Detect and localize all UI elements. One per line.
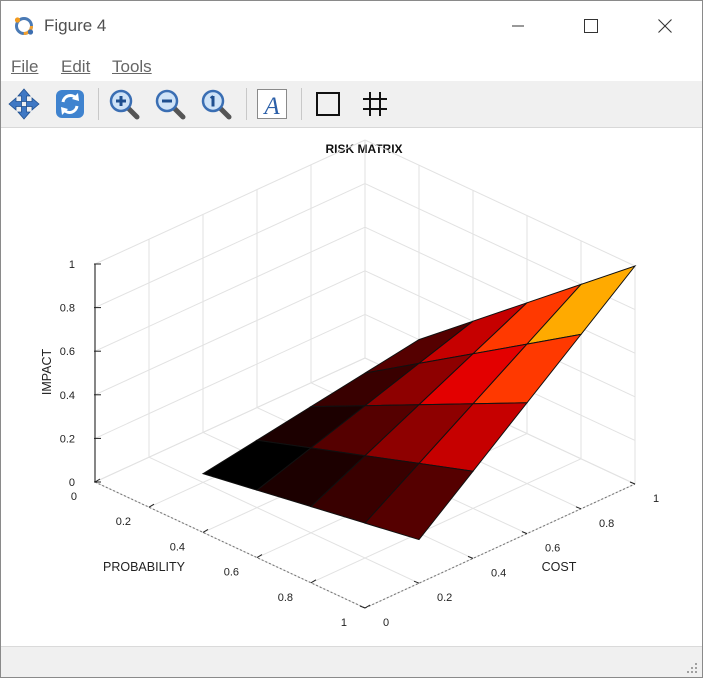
y-tick-label: 0.8: [599, 518, 614, 530]
maximize-button[interactable]: [571, 12, 611, 40]
z-tick-label: 0.2: [60, 433, 75, 445]
y-tick-label: 0.4: [491, 567, 506, 579]
rotate-icon: [56, 90, 84, 118]
rotate-button[interactable]: [53, 87, 87, 121]
y-tick-label: 1: [653, 493, 659, 505]
menu-bar: File Edit Tools: [1, 54, 702, 80]
title-bar: Figure 4: [1, 1, 702, 51]
menu-file[interactable]: File: [11, 57, 38, 77]
text-icon: A: [257, 89, 287, 120]
insert-text-button[interactable]: A: [255, 87, 289, 121]
text-glyph: A: [262, 93, 280, 120]
figure-toolbar: A: [1, 81, 702, 128]
toggle-axes-box-button[interactable]: [311, 87, 345, 121]
x-tick-label: 0.2: [116, 516, 131, 528]
pan-icon: [8, 88, 40, 120]
z-tick-label: 1: [69, 259, 75, 271]
z-tick-label: 0.8: [60, 303, 75, 315]
x-tick-label: 0.4: [170, 541, 185, 553]
figure-window: Figure 4 File Edit Tools A RISK MATRIX 0…: [0, 0, 703, 678]
minimize-button[interactable]: [498, 12, 538, 40]
y-tick-label: 0.6: [545, 543, 560, 555]
toolbar-separator: [301, 88, 302, 120]
z-tick-label: 0.6: [60, 346, 75, 358]
x-tick-label: 0.8: [278, 592, 293, 604]
close-icon: [658, 19, 672, 33]
toolbar-separator: [246, 88, 247, 120]
x-tick-label: 0.6: [224, 567, 239, 579]
menu-edit[interactable]: Edit: [61, 57, 90, 77]
x-tick-label: 0: [71, 491, 77, 503]
pan-button[interactable]: [7, 87, 41, 121]
z-tick-label: 0.4: [60, 390, 75, 402]
y-axis-label: COST: [542, 560, 577, 574]
axes-box-icon: [316, 92, 340, 116]
zoom-reset-button[interactable]: [199, 87, 233, 121]
x-tick-label: 1: [341, 617, 347, 629]
figure-canvas[interactable]: RISK MATRIX 0 0.2 0.4 0.6 0.8 1 0 0.2 0.4 0.6 0.8 1…: [1, 128, 702, 646]
zoom-in-button[interactable]: [107, 87, 141, 121]
zoom-out-button[interactable]: [153, 87, 187, 121]
y-tick-label: 0.2: [437, 592, 452, 604]
zoom-reset-icon: [201, 89, 232, 120]
y-tick-label: 0: [383, 617, 389, 629]
toggle-grid-button[interactable]: [358, 87, 392, 121]
toolbar-separator: [98, 88, 99, 120]
minimize-icon: [512, 25, 524, 27]
x-axis-label: PROBABILITY: [103, 560, 186, 574]
maximize-icon: [584, 19, 598, 33]
chart-title: RISK MATRIX: [325, 142, 402, 156]
grid-icon: [363, 92, 387, 116]
zoom-in-icon: [109, 89, 140, 120]
z-tick-label: 0: [69, 477, 75, 489]
surface-plot[interactable]: RISK MATRIX 0 0.2 0.4 0.6 0.8 1 0 0.2 0.4 0.6 0.8 1…: [1, 128, 702, 646]
zoom-out-icon: [155, 89, 186, 120]
z-axis-label: IMPACT: [40, 348, 54, 395]
menu-tools[interactable]: Tools: [112, 57, 152, 77]
window-title: Figure 4: [44, 16, 107, 35]
status-bar: [1, 646, 702, 677]
resize-grip-icon[interactable]: [686, 662, 698, 674]
octave-app-icon: [13, 15, 35, 37]
close-button[interactable]: [645, 12, 685, 40]
